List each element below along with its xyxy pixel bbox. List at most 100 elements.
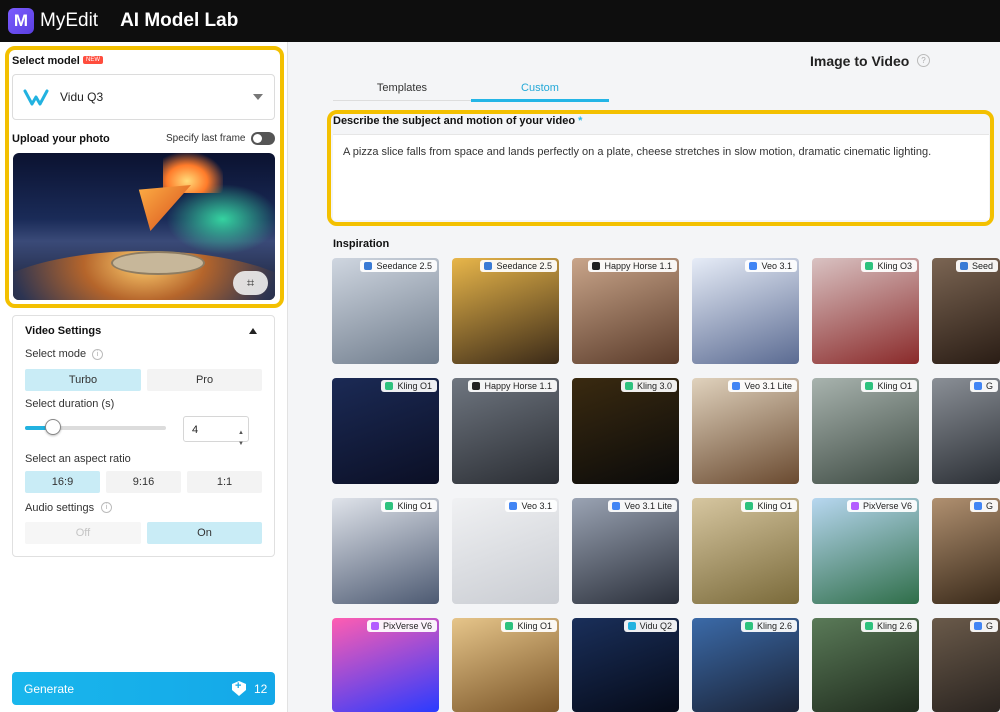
mode-turbo-button[interactable]: Turbo — [25, 369, 141, 391]
help-icon[interactable]: ? — [917, 54, 930, 67]
inspiration-tile[interactable]: PixVerse V6 — [812, 498, 919, 604]
model-badge-text: Kling O1 — [397, 501, 432, 511]
tab-templates[interactable]: Templates — [333, 82, 471, 102]
model-badge: Seedance 2.5 — [480, 260, 557, 272]
kling-icon — [744, 622, 753, 630]
inspiration-tile[interactable]: Kling O1 — [812, 378, 919, 484]
model-badge: Kling O1 — [861, 380, 917, 392]
selected-model-name: Vidu Q3 — [60, 90, 104, 104]
duration-input[interactable]: 4 ▲ ▼ — [183, 416, 249, 447]
aspect-16-9-button[interactable]: 16:9 — [25, 471, 100, 493]
model-badge: PixVerse V6 — [366, 620, 437, 632]
mode-pro-button[interactable]: Pro — [147, 369, 262, 391]
google-icon — [612, 502, 621, 510]
audio-off-button[interactable]: Off — [25, 522, 141, 544]
prompt-text: A pizza slice falls from space and lands… — [343, 146, 932, 158]
active-tab-indicator — [471, 99, 609, 102]
collapse-icon[interactable] — [249, 328, 257, 334]
photo-plate — [111, 251, 205, 275]
kling-icon — [505, 622, 514, 630]
photo-pizza-slice — [138, 185, 191, 231]
horse-icon — [592, 262, 601, 270]
model-badge: Veo 3.1 — [745, 260, 797, 272]
model-badge-text: Kling 3.0 — [636, 381, 672, 391]
inspiration-tile[interactable]: Happy Horse 1.1 — [452, 378, 559, 484]
new-badge: NEW — [83, 56, 103, 64]
model-badge-text: Seed — [971, 261, 993, 271]
inspiration-tile[interactable]: Vidu Q2 — [572, 618, 679, 712]
model-badge: Kling O1 — [381, 380, 437, 392]
model-badge-text: Veo 3.1 Lite — [744, 381, 792, 391]
inspiration-tile[interactable]: Seedance 2.5 — [452, 258, 559, 364]
model-badge: Seedance 2.5 — [360, 260, 437, 272]
google-icon — [973, 382, 982, 390]
model-badge: Kling 2.6 — [740, 620, 797, 632]
inspiration-tile[interactable]: Veo 3.1 — [692, 258, 799, 364]
pixverse-icon — [370, 622, 379, 630]
google-icon — [732, 382, 741, 390]
vidu-icon — [627, 622, 636, 630]
inspiration-tile[interactable]: Kling O1 — [452, 618, 559, 712]
video-settings-title: Video Settings — [25, 325, 102, 337]
inspiration-tile[interactable]: Seedance 2.5 — [332, 258, 439, 364]
inspiration-tile[interactable]: Kling O1 — [332, 378, 439, 484]
inspiration-tile[interactable]: G — [932, 378, 1000, 484]
inspiration-tile[interactable]: Kling O3 — [812, 258, 919, 364]
google-icon — [973, 622, 982, 630]
seedance-icon — [484, 262, 493, 270]
inspiration-tile[interactable]: G — [932, 618, 1000, 712]
model-badge: Vidu Q2 — [623, 620, 677, 632]
audio-on-button[interactable]: On — [147, 522, 262, 544]
inspiration-tile[interactable]: G — [932, 498, 1000, 604]
brand-name[interactable]: MyEdit — [40, 10, 98, 32]
decrement-icon[interactable]: ▼ — [238, 431, 244, 457]
model-badge-text: Veo 3.1 Lite — [624, 501, 672, 511]
select-duration-label: Select duration (s) — [25, 398, 115, 410]
inspiration-tile[interactable]: Veo 3.1 Lite — [692, 378, 799, 484]
google-icon — [509, 502, 518, 510]
inspiration-tile[interactable]: Happy Horse 1.1 — [572, 258, 679, 364]
kling-icon — [864, 622, 873, 630]
inspiration-tile[interactable]: Kling 3.0 — [572, 378, 679, 484]
model-badge-text: Kling O1 — [397, 381, 432, 391]
app-title: AI Model Lab — [120, 10, 239, 31]
model-badge: Veo 3.1 Lite — [608, 500, 677, 512]
info-icon[interactable]: i — [101, 502, 112, 513]
generate-credits: 12 — [254, 682, 268, 696]
model-badge-text: Kling O1 — [757, 501, 792, 511]
model-badge: Kling O1 — [501, 620, 557, 632]
inspiration-tile[interactable]: Veo 3.1 Lite — [572, 498, 679, 604]
prompt-label: Describe the subject and motion of your … — [333, 115, 582, 127]
inspiration-tile[interactable]: Seed — [932, 258, 1000, 364]
model-badge: Kling O1 — [381, 500, 437, 512]
info-icon[interactable]: i — [92, 349, 103, 360]
model-badge-text: Kling O1 — [517, 621, 552, 631]
model-select-dropdown[interactable]: Vidu Q3 — [12, 74, 275, 120]
model-badge: PixVerse V6 — [846, 500, 917, 512]
credit-icon — [232, 681, 246, 696]
duration-value: 4 — [192, 424, 199, 436]
inspiration-tile[interactable]: Kling O1 — [332, 498, 439, 604]
inspiration-tile[interactable]: PixVerse V6 — [332, 618, 439, 712]
inspiration-label: Inspiration — [333, 238, 390, 250]
crop-button[interactable]: ⌗ — [233, 271, 268, 295]
upload-photo-label: Upload your photo — [12, 133, 110, 145]
kling-icon — [624, 382, 633, 390]
kling-icon — [865, 262, 874, 270]
kling-icon — [865, 382, 874, 390]
myedit-logo-icon[interactable]: M — [8, 8, 34, 34]
generate-button[interactable]: Generate 12 — [12, 672, 275, 705]
model-badge-text: Seedance 2.5 — [496, 261, 552, 271]
inspiration-tile[interactable]: Kling 2.6 — [692, 618, 799, 712]
model-badge-text: PixVerse V6 — [382, 621, 432, 631]
model-badge-text: Veo 3.1 — [761, 261, 792, 271]
model-badge-text: Kling 2.6 — [876, 621, 912, 631]
inspiration-tile[interactable]: Veo 3.1 — [452, 498, 559, 604]
model-badge: Veo 3.1 Lite — [728, 380, 797, 392]
specify-last-frame-toggle[interactable] — [251, 132, 275, 145]
aspect-1-1-button[interactable]: 1:1 — [187, 471, 262, 493]
model-badge: Happy Horse 1.1 — [468, 380, 557, 392]
aspect-9-16-button[interactable]: 9:16 — [106, 471, 181, 493]
inspiration-tile[interactable]: Kling 2.6 — [812, 618, 919, 712]
inspiration-tile[interactable]: Kling O1 — [692, 498, 799, 604]
